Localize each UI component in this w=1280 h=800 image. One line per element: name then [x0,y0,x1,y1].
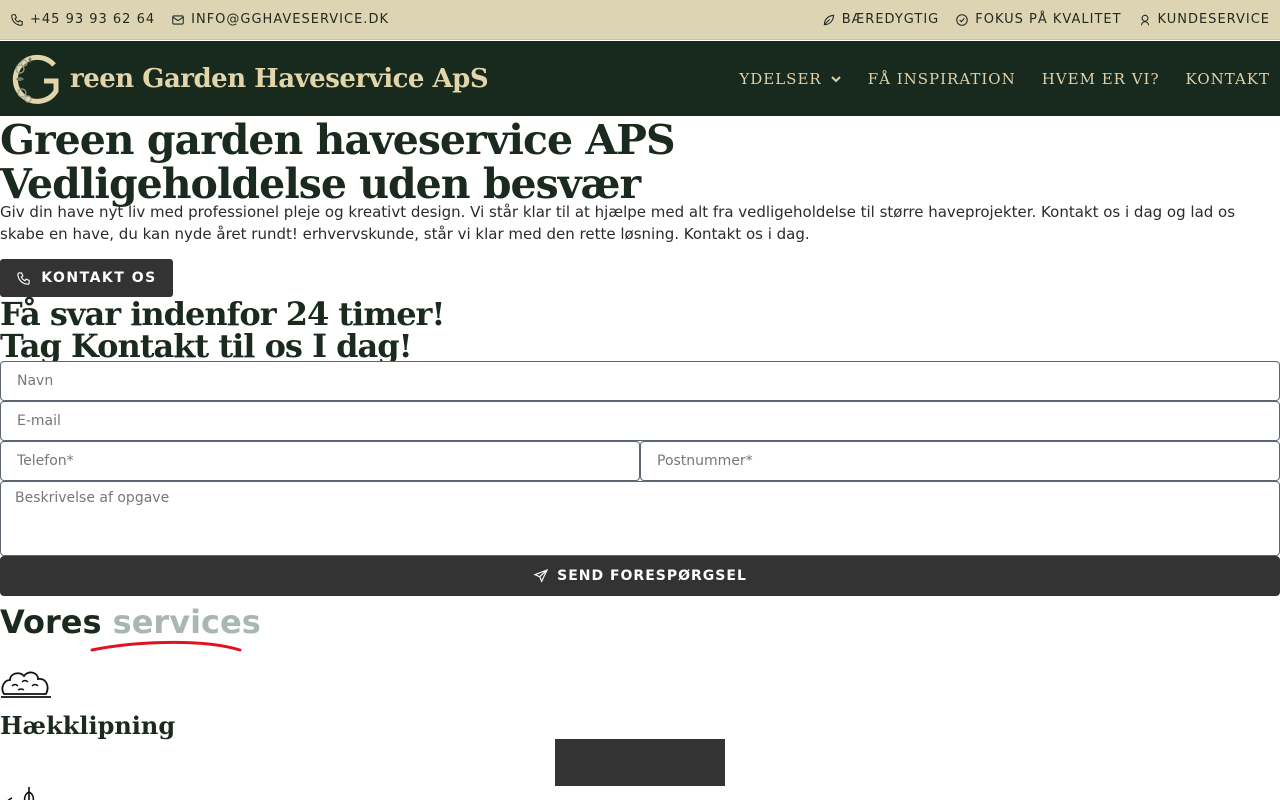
check-circle-icon [956,13,969,26]
logo-g-floral-icon [12,54,59,104]
form-title-line2: Tag Kontakt til os I dag! [0,327,413,365]
contact-info: +45 93 93 62 64 INFO@GGHAVESERVICE.DK [10,12,389,27]
send-button-label: SEND FORESPØRGSEL [557,568,747,584]
main-nav: YDELSER FÅ INSPIRATION HVEM ER VI? KONTA… [739,70,1270,88]
red-swoosh-underline [90,640,242,652]
value-badges: BÆREDYGTIG FOKUS PÅ KVALITET KUNDESERVIC… [822,12,1270,27]
zip-field[interactable]: Postnummer* [640,441,1280,481]
nav-item-about[interactable]: HVEM ER VI? [1042,70,1160,88]
badge-label: FOKUS PÅ KVALITET [975,12,1122,27]
support-agent-icon [1140,14,1149,25]
badge-label: KUNDESERVICE [1157,12,1270,27]
phone-placeholder: Telefon* [17,453,74,469]
nav-label: YDELSER [739,69,822,88]
nav-item-inspiration[interactable]: FÅ INSPIRATION [868,70,1016,88]
nav-label: KONTAKT [1185,69,1270,88]
form-title-line1: Få svar indenfor 24 timer! [0,295,445,333]
hero-title-line2: Vedligeholdelse uden besvær [0,160,641,208]
phone-number: +45 93 93 62 64 [30,12,156,27]
badge-sustainable: BÆREDYGTIG [822,12,940,27]
contact-button[interactable]: KONTAKT OS [0,259,173,297]
chevron-down-icon [830,75,841,82]
hero-description: Giv din have nyt liv med professionel pl… [0,203,1236,243]
site-logo[interactable]: reen Garden Haveservice ApS [10,51,489,107]
leaf-icon [823,14,834,25]
logo-text: reen Garden Haveservice ApS [70,63,489,94]
description-placeholder: Beskrivelse af opgave [15,490,170,506]
hedge-icon [1,671,51,698]
description-textarea[interactable]: Beskrivelse af opgave [0,481,1280,556]
nav-item-services[interactable]: YDELSER [739,70,841,88]
email-link[interactable]: INFO@GGHAVESERVICE.DK [171,12,389,27]
hero-title-line1: Green garden haveservice APS [0,116,676,164]
phone-icon [17,271,30,285]
nav-label: FÅ INSPIRATION [867,69,1016,88]
dark-overlay-block [555,739,725,786]
badge-quality: FOKUS PÅ KVALITET [955,12,1121,27]
badge-label: BÆREDYGTIG [841,12,940,27]
name-placeholder: Navn [17,373,54,389]
send-request-button[interactable]: SEND FORESPØRGSEL [0,556,1280,596]
top-info-bar: +45 93 93 62 64 INFO@GGHAVESERVICE.DK BÆ… [0,0,1280,40]
zip-placeholder: Postnummer* [657,453,753,469]
email-placeholder: E-mail [17,413,61,429]
name-field[interactable]: Navn [0,361,1280,401]
hero-title: Green garden haveservice APS Vedligehold… [0,116,676,208]
services-title-part1: Vores [0,603,102,641]
form-title: Få svar indenfor 24 timer! Tag Kontakt t… [0,295,445,365]
nav-label: HVEM ER VI? [1041,69,1160,88]
plant-icon [7,787,35,800]
email-address: INFO@GGHAVESERVICE.DK [191,12,389,27]
contact-button-label: KONTAKT OS [41,270,157,286]
mail-icon [172,14,184,25]
send-icon [533,568,549,583]
phone-icon [11,13,23,26]
service-item-hedge-trimming: Hækklipning [0,711,176,740]
badge-service: KUNDESERVICE [1138,12,1270,27]
nav-item-contact[interactable]: KONTAKT [1186,70,1270,88]
site-header: reen Garden Haveservice ApS YDELSER FÅ I… [0,41,1280,116]
phone-field[interactable]: Telefon* [0,441,640,481]
email-field[interactable]: E-mail [0,401,1280,441]
phone-link[interactable]: +45 93 93 62 64 [10,12,155,27]
